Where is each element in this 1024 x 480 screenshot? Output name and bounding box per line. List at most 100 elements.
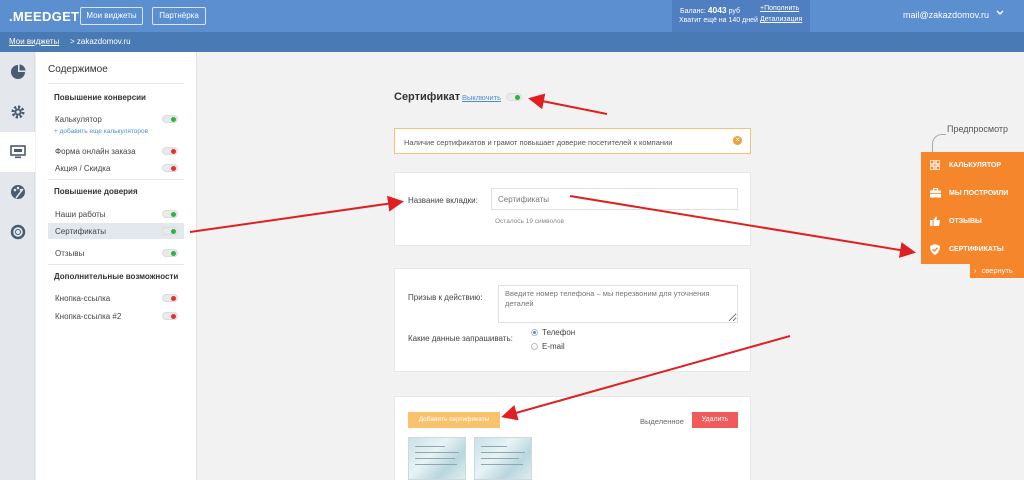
radio-email[interactable]: E-mail <box>531 342 565 351</box>
details-link[interactable]: Детализация <box>760 16 802 23</box>
section-extra-title: Дополнительные возможности <box>54 272 179 281</box>
preview-item-label: ОТЗЫВЫ <box>949 218 982 225</box>
tab-name-label: Название вкладки: <box>408 196 478 205</box>
sidebar-item-label: Акция / Скидка <box>55 164 111 173</box>
certificate-thumbnail[interactable] <box>474 437 532 480</box>
promo-toggle[interactable] <box>162 164 178 172</box>
ask-data-label: Какие данные запрашивать: <box>408 334 513 343</box>
preview-item-label: МЫ ПОСТРОИЛИ <box>949 190 1009 197</box>
calculator-toggle[interactable] <box>162 115 178 123</box>
sidebar-item-reviews[interactable]: Отзывы <box>48 245 184 261</box>
sidebar-item-label: Кнопка-ссылка #2 <box>55 312 122 321</box>
balance-value: 4043 <box>707 5 727 15</box>
preview-item-reviews[interactable]: ОТЗЫВЫ <box>921 208 1024 236</box>
widget-toggle[interactable] <box>506 93 522 101</box>
balance-days: Хватит ещё на 140 дней <box>679 17 758 24</box>
link-button-toggle[interactable] <box>162 294 178 302</box>
page-title: Сертификат <box>394 91 461 103</box>
sidebar-item-calculator[interactable]: Калькулятор <box>48 111 184 127</box>
reviews-toggle[interactable] <box>162 249 178 257</box>
sidebar-item-link-button-2[interactable]: Кнопка-ссылка #2 <box>48 308 184 324</box>
preview-item-label: КАЛЬКУЛЯТОР <box>949 162 1002 169</box>
info-notice: Наличие сертификатов и грамот повышает д… <box>394 128 751 154</box>
sidebar-divider <box>48 83 184 84</box>
breadcrumb-root-link[interactable]: Мои виджеты <box>9 37 59 46</box>
add-calculators-link[interactable]: + добавить еще калькуляторов <box>54 128 148 135</box>
preview-item-certificates[interactable]: СЕРТИФИКАТЫ <box>921 236 1024 264</box>
tab-name-card: Название вкладки: Осталось 19 символов <box>394 172 751 246</box>
chars-left-hint: Осталось 19 символов <box>495 218 564 225</box>
chevron-down-icon[interactable] <box>996 8 1004 18</box>
disable-link[interactable]: Выключить <box>462 93 501 102</box>
balance-panel: Баланс: 4043 руб Хватит ещё на 140 дней … <box>672 0 810 32</box>
certificates-toggle[interactable] <box>162 227 178 235</box>
preview-item-label: СЕРТИФИКАТЫ <box>949 246 1004 253</box>
sidebar-item-our-works[interactable]: Наши работы <box>48 206 184 222</box>
balance-currency: руб <box>728 8 741 15</box>
partnership-button[interactable]: Партнёрка <box>152 7 206 25</box>
tab-name-input[interactable] <box>491 188 738 210</box>
sidebar-divider <box>48 179 184 180</box>
briefcase-icon <box>930 187 941 201</box>
add-certificates-button[interactable]: Добавить сертификаты <box>408 412 500 428</box>
our-works-toggle[interactable] <box>162 210 178 218</box>
balance-label: Баланс: <box>680 8 706 15</box>
order-form-toggle[interactable] <box>162 147 178 155</box>
radio-phone[interactable]: Телефон <box>531 328 575 337</box>
arrow-to-widget-toggle <box>528 93 608 115</box>
sidebar-title: Содержимое <box>48 64 108 75</box>
sidebar-item-label: Калькулятор <box>55 115 102 124</box>
sidebar-item-promo[interactable]: Акция / Скидка <box>48 160 184 176</box>
close-icon[interactable]: ✕ <box>733 136 742 145</box>
arrow-to-tab-name <box>189 195 404 233</box>
radio-phone-label: Телефон <box>542 328 576 337</box>
preview-connector <box>932 134 946 154</box>
preview-label: Предпросмотр <box>947 124 1009 134</box>
preview-item-built[interactable]: МЫ ПОСТРОИЛИ <box>921 180 1024 208</box>
section-conversion-title: Повышение конверсии <box>54 93 146 102</box>
sidebar-item-order-form[interactable]: Форма онлайн заказа <box>48 143 184 159</box>
radio-button[interactable] <box>531 329 538 336</box>
radio-button[interactable] <box>531 343 538 350</box>
icon-rail <box>0 52 35 480</box>
radio-email-label: E-mail <box>542 342 565 351</box>
top-bar: .MEEDGET Мои виджеты Партнёрка Баланс: 4… <box>0 0 1024 32</box>
cta-card: Призыв к действию: Какие данные запрашив… <box>394 268 751 372</box>
link-button-2-toggle[interactable] <box>162 312 178 320</box>
certificate-thumbnail[interactable] <box>408 437 466 480</box>
preview-item-calculator[interactable]: КАЛЬКУЛЯТОР <box>921 152 1024 180</box>
sidebar-item-label: Форма онлайн заказа <box>55 147 136 156</box>
content-sidebar: Содержимое Повышение конверсии Калькулят… <box>36 52 197 480</box>
lifebuoy-icon[interactable] <box>0 212 35 252</box>
chevron-right-icon: › <box>974 266 977 275</box>
sidebar-item-label: Сертификаты <box>55 227 107 236</box>
breadcrumb-current: > zakazdomov.ru <box>70 37 131 46</box>
calculator-icon <box>929 159 941 173</box>
pie-chart-icon[interactable] <box>0 52 35 92</box>
monitor-icon[interactable] <box>0 132 35 172</box>
sidebar-item-label: Кнопка-ссылка <box>55 294 111 303</box>
gear-icon[interactable] <box>0 92 35 132</box>
section-trust-title: Повышение доверия <box>54 187 138 196</box>
sidebar-item-label: Отзывы <box>55 249 85 258</box>
app-logo[interactable]: .MEEDGET <box>9 9 79 24</box>
notice-text: Наличие сертификатов и грамот повышает д… <box>404 138 673 147</box>
thumbs-up-icon <box>930 216 940 229</box>
balance-info: Баланс: 4043 руб <box>680 5 740 15</box>
cta-label: Призыв к действию: <box>408 293 483 302</box>
collapse-button[interactable]: › свернуть <box>970 264 1024 278</box>
sidebar-item-certificates[interactable]: Сертификаты <box>48 223 184 239</box>
sidebar-divider <box>48 264 184 265</box>
selected-label: Выделенное <box>640 417 684 426</box>
shield-check-icon <box>930 244 940 258</box>
sidebar-item-link-button[interactable]: Кнопка-ссылка <box>48 290 184 306</box>
user-email-menu[interactable]: mail@zakazdomov.ru <box>903 10 989 20</box>
topup-link[interactable]: +Пополнить <box>760 5 799 12</box>
sidebar-item-label: Наши работы <box>55 210 106 219</box>
my-widgets-button[interactable]: Мои виджеты <box>80 7 143 25</box>
collapse-label: свернуть <box>981 266 1013 275</box>
palette-icon[interactable] <box>0 172 35 212</box>
breadcrumb: Мои виджеты > zakazdomov.ru <box>0 32 1024 52</box>
delete-button[interactable]: Удалить <box>692 412 738 428</box>
cta-textarea[interactable] <box>498 285 738 323</box>
